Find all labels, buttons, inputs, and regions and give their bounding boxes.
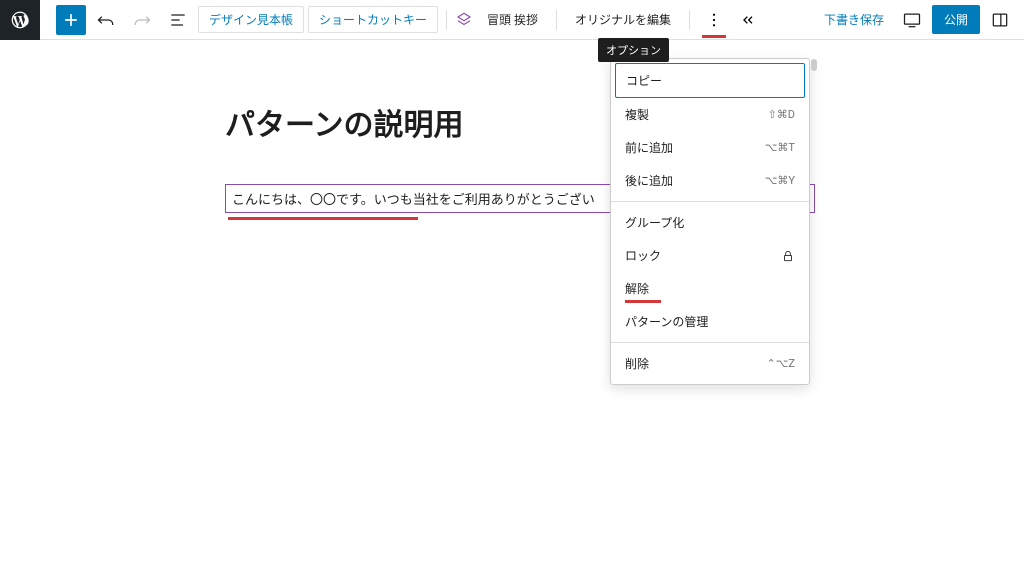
annotation-underline (625, 300, 661, 303)
options-button[interactable] (698, 4, 730, 36)
preview-icon (902, 10, 922, 30)
menu-copy[interactable]: コピー (615, 63, 805, 98)
preview-button[interactable] (896, 4, 928, 36)
menu-lock-label: ロック (625, 247, 661, 264)
chevron-double-left-icon (740, 12, 756, 28)
menu-duplicate[interactable]: 複製 ⇧⌘D (615, 98, 805, 131)
editor-content: パターンの説明用 こんにちは、〇〇です。いつも当社をご利用ありがとうござい (0, 40, 1024, 213)
collapse-toolbar-button[interactable] (734, 6, 762, 34)
menu-detach-label: 解除 (625, 280, 649, 297)
divider (446, 10, 447, 30)
options-dropdown: コピー 複製 ⇧⌘D 前に追加 ⌥⌘T 後に追加 ⌥⌘Y グループ化 ロック 解… (610, 58, 810, 385)
undo-button[interactable] (90, 4, 122, 36)
list-icon (168, 10, 188, 30)
scrollbar[interactable] (811, 59, 817, 71)
menu-add-after-shortcut: ⌥⌘Y (765, 174, 795, 187)
menu-group[interactable]: グループ化 (615, 206, 805, 239)
shortcut-keys-button[interactable]: ショートカットキー (308, 6, 438, 33)
menu-duplicate-label: 複製 (625, 106, 649, 123)
menu-add-before-shortcut: ⌥⌘T (765, 141, 795, 154)
wordpress-logo[interactable] (0, 0, 40, 40)
annotation-underline (702, 35, 726, 38)
menu-add-after-label: 後に追加 (625, 172, 673, 189)
menu-delete-label: 削除 (625, 355, 649, 372)
divider (556, 10, 557, 30)
undo-icon (96, 10, 116, 30)
options-tooltip: オプション (598, 38, 669, 62)
wordpress-icon (10, 10, 30, 30)
dots-vertical-icon (705, 11, 723, 29)
menu-manage-patterns[interactable]: パターンの管理 (615, 305, 805, 338)
menu-delete-shortcut: ⌃⌥Z (767, 357, 795, 370)
sidebar-icon (990, 10, 1010, 30)
menu-manage-patterns-label: パターンの管理 (625, 313, 708, 330)
annotation-underline (228, 217, 418, 220)
sidebar-toggle-button[interactable] (984, 4, 1016, 36)
block-paragraph-text: こんにちは、〇〇です。いつも当社をご利用ありがとうござい (232, 189, 595, 208)
menu-add-before[interactable]: 前に追加 ⌥⌘T (615, 131, 805, 164)
publish-button[interactable]: 公開 (932, 5, 980, 34)
toolbar: デザイン見本帳 ショートカットキー 冒頭 挨拶 オリジナルを編集 下書き保存 公… (0, 0, 1024, 40)
add-block-button[interactable] (56, 5, 86, 35)
redo-button[interactable] (126, 4, 158, 36)
menu-copy-label: コピー (626, 72, 662, 89)
list-view-button[interactable] (162, 4, 194, 36)
menu-duplicate-shortcut: ⇧⌘D (768, 108, 795, 121)
block-name-label[interactable]: 冒頭 挨拶 (477, 7, 548, 32)
menu-group-label: グループ化 (625, 214, 684, 231)
lock-icon (781, 249, 795, 263)
design-sample-button[interactable]: デザイン見本帳 (198, 6, 304, 33)
plus-icon (61, 10, 81, 30)
menu-delete[interactable]: 削除 ⌃⌥Z (615, 347, 805, 380)
divider (689, 10, 690, 30)
menu-lock[interactable]: ロック (615, 239, 805, 272)
edit-original-button[interactable]: オリジナルを編集 (565, 7, 681, 32)
menu-add-after[interactable]: 後に追加 ⌥⌘Y (615, 164, 805, 197)
menu-add-before-label: 前に追加 (625, 139, 673, 156)
redo-icon (132, 10, 152, 30)
pattern-icon (455, 11, 473, 29)
save-draft-button[interactable]: 下書き保存 (816, 7, 892, 32)
